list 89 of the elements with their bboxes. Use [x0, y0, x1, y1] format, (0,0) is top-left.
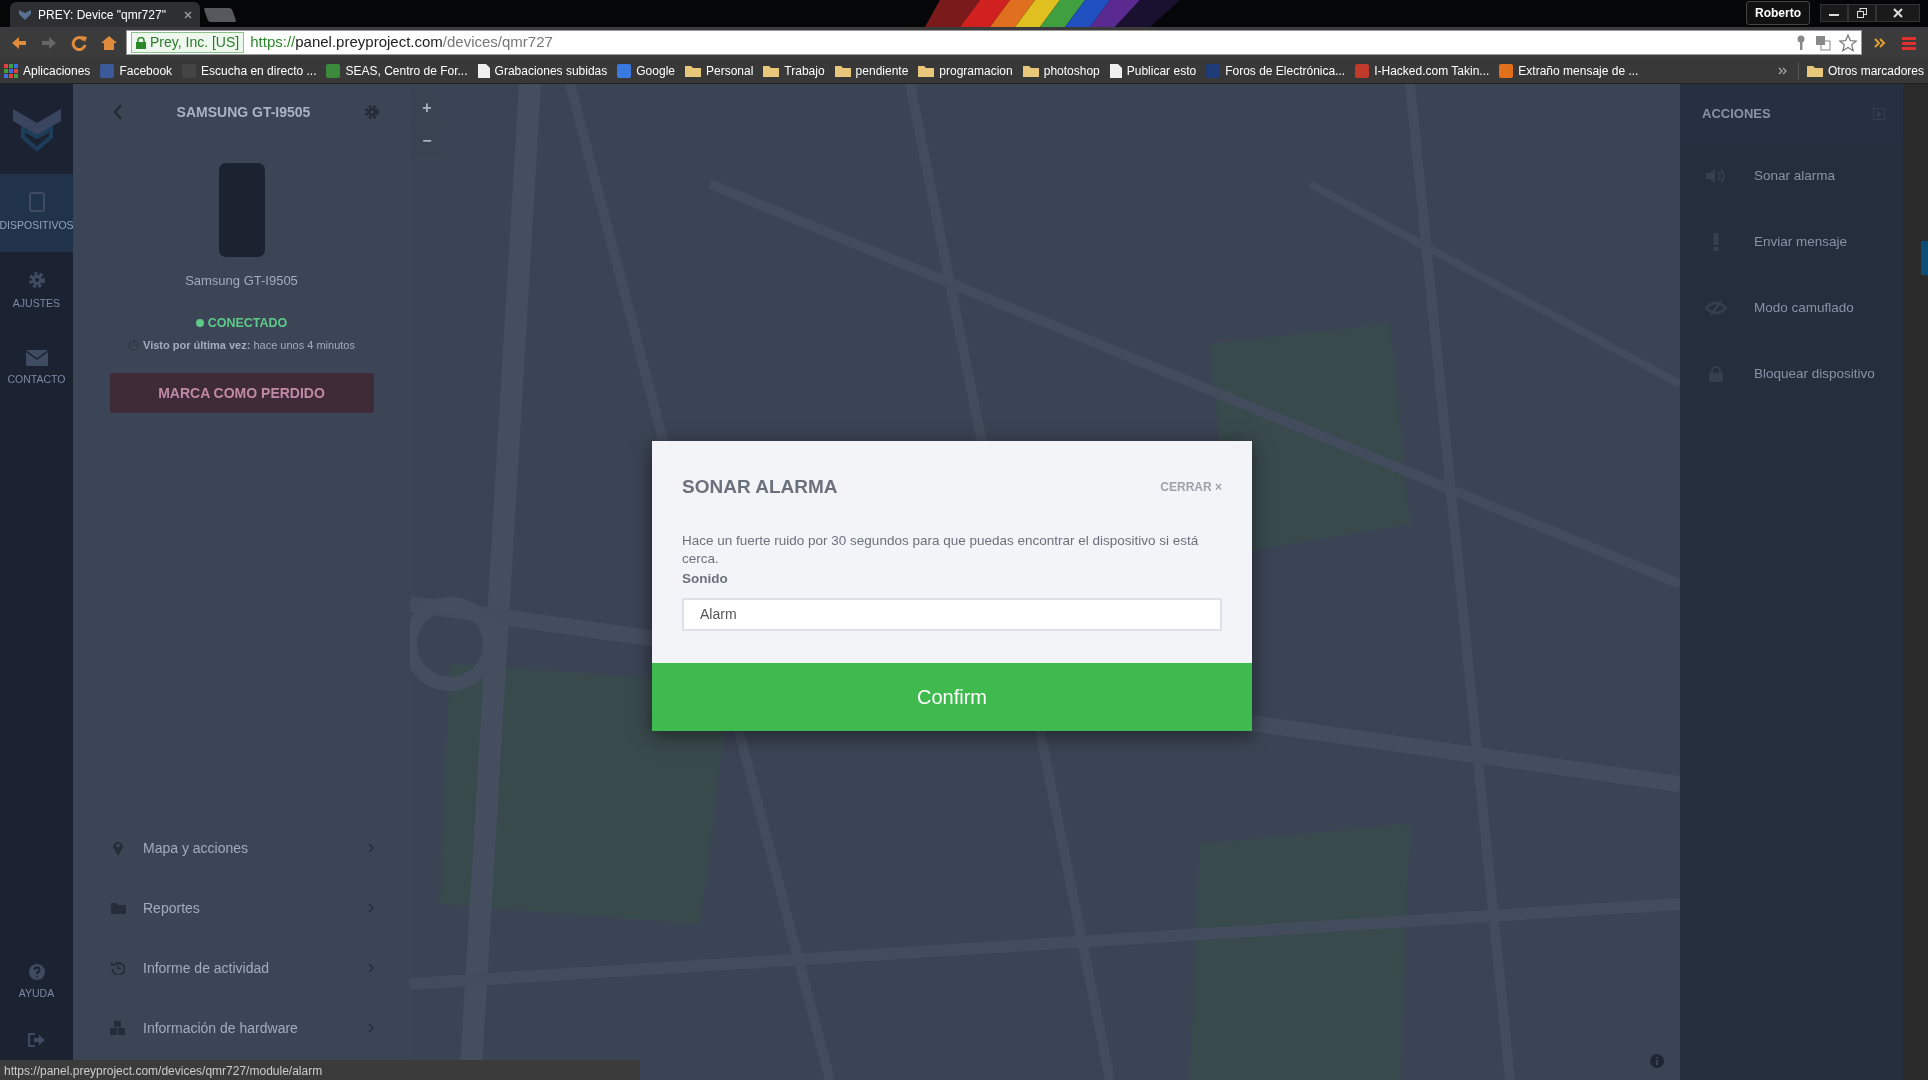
device-menu-item[interactable]: Informe de actividad — [73, 938, 410, 998]
site-icon — [1499, 63, 1514, 78]
status-label: CONECTADO — [207, 315, 288, 332]
site-icon — [1355, 63, 1370, 78]
folder-icon — [1806, 64, 1823, 77]
address-bar[interactable]: Prey, Inc. [US] https://panel.preyproject.com/devices/qmr727 — [126, 30, 1862, 55]
home-icon[interactable] — [100, 33, 118, 52]
translate-icon[interactable] — [1815, 34, 1831, 51]
device-menu-item[interactable]: Reportes — [73, 878, 410, 938]
pin-icon — [112, 840, 124, 856]
field-label: Sonido — [682, 570, 729, 589]
folder-icon — [918, 64, 935, 77]
close-button[interactable] — [1876, 4, 1920, 22]
bookmark[interactable]: Aplicaciones — [4, 61, 91, 80]
chevron-icon — [368, 1023, 374, 1033]
tablet-icon — [28, 192, 45, 213]
restore-icon — [1857, 8, 1867, 18]
history-icon — [111, 961, 125, 975]
last-seen-text: Visto por última vez: hace unos 4 minutos — [143, 337, 355, 353]
chevron-icon — [368, 843, 374, 853]
mark-lost-button[interactable]: MARCA COMO PERDIDO — [109, 373, 374, 414]
envelope-icon — [25, 350, 48, 367]
reload-icon[interactable] — [70, 33, 88, 52]
site-identity: Prey, Inc. [US] — [150, 33, 240, 52]
restore-button[interactable] — [1848, 4, 1876, 22]
folder-icon — [1022, 64, 1039, 77]
action-item[interactable]: Sonar alarma — [1680, 143, 1903, 209]
shield-logo — [12, 107, 61, 151]
key-icon[interactable] — [1795, 34, 1807, 51]
gear-icon — [26, 270, 47, 291]
bookmark[interactable]: Personal — [685, 61, 754, 80]
minimize-button[interactable] — [1820, 4, 1848, 22]
panel-title: ACCIONES — [1702, 104, 1771, 123]
site-icon — [100, 63, 115, 78]
dialog-title: SONAR ALARMA — [682, 475, 838, 499]
folder-icon — [763, 64, 780, 77]
bookmark[interactable]: Otros marcadores — [1797, 61, 1924, 80]
chevron-icon — [368, 963, 374, 973]
device-name: Samsung GT-I9505 — [185, 273, 298, 288]
star-icon[interactable] — [1839, 33, 1857, 52]
folder-icon — [110, 902, 126, 914]
page-icon — [477, 63, 490, 78]
nav-item[interactable]: DISPOSITIVOS — [0, 174, 73, 252]
bookmark[interactable]: I-Hacked.com Takin... — [1355, 61, 1490, 80]
close-icon — [1893, 8, 1903, 18]
logout-icon — [27, 1032, 46, 1048]
lock-icon — [136, 36, 146, 49]
bookmark[interactable]: photoshop — [1022, 61, 1100, 80]
nav-item[interactable]: AYUDA — [0, 944, 73, 1022]
browser-tab[interactable]: PREY: Device "qmr727" — [10, 2, 200, 27]
bookmark[interactable]: Trabajo — [763, 61, 825, 80]
bookmark[interactable]: Escucha en directo ... — [182, 61, 317, 80]
cubes-icon — [109, 1020, 127, 1036]
site-icon — [326, 63, 341, 78]
folder-icon — [834, 64, 851, 77]
page-icon — [1109, 63, 1122, 78]
scrollbar-thumb[interactable] — [1921, 241, 1928, 275]
site-icon — [617, 63, 632, 78]
dialog-description: Hace un fuerte ruido por 30 segundos para que puedas encontrar el dispositivo si está cerca. — [682, 531, 1200, 569]
apps-grid-icon — [4, 63, 18, 78]
status-url: https://panel.preyproject.com/devices/qmr727/module/alarm — [0, 1060, 640, 1080]
profile-name[interactable]: Roberto — [1746, 1, 1810, 25]
device-menu-item[interactable]: Mapa y acciones — [73, 818, 410, 878]
bookmark[interactable]: pendiente — [834, 61, 909, 80]
close-icon[interactable] — [184, 10, 192, 19]
bookmark[interactable]: Facebook — [100, 61, 173, 80]
bookmark[interactable]: Grabaciones subidas — [477, 61, 608, 80]
shield-icon — [18, 8, 32, 21]
bookmark[interactable]: SEAS, Centro de For... — [326, 61, 468, 80]
chevron-icon — [368, 903, 374, 913]
bookmark[interactable]: Publicar esto — [1109, 61, 1197, 80]
overflow-icon[interactable] — [1777, 65, 1788, 76]
device-title: SAMSUNG GT-I9505 — [176, 102, 311, 122]
url-text: https://panel.preyproject.com/devices/qmr727 — [250, 32, 553, 53]
new-tab-button[interactable] — [203, 8, 237, 22]
nav-item[interactable]: CONTACTO — [0, 330, 73, 408]
help-icon — [28, 964, 45, 981]
action-item[interactable]: Enviar mensaje — [1680, 209, 1903, 275]
nav-item[interactable]: AJUSTES — [0, 252, 73, 330]
folder-icon — [685, 64, 701, 77]
site-icon — [1206, 63, 1221, 78]
bookmark[interactable]: Google — [617, 61, 675, 80]
device-menu-item[interactable]: Información de hardware — [73, 998, 410, 1058]
bookmark[interactable]: programacion — [918, 61, 1013, 80]
bookmark[interactable]: Extraño mensaje de ... — [1499, 61, 1639, 80]
bookmark[interactable]: Foros de Electrónica... — [1206, 61, 1346, 80]
action-item[interactable]: Modo camuflado — [1680, 275, 1903, 341]
action-item[interactable]: Bloquear dispositivo — [1680, 341, 1903, 407]
sound-field[interactable]: Alarm — [682, 597, 1222, 631]
